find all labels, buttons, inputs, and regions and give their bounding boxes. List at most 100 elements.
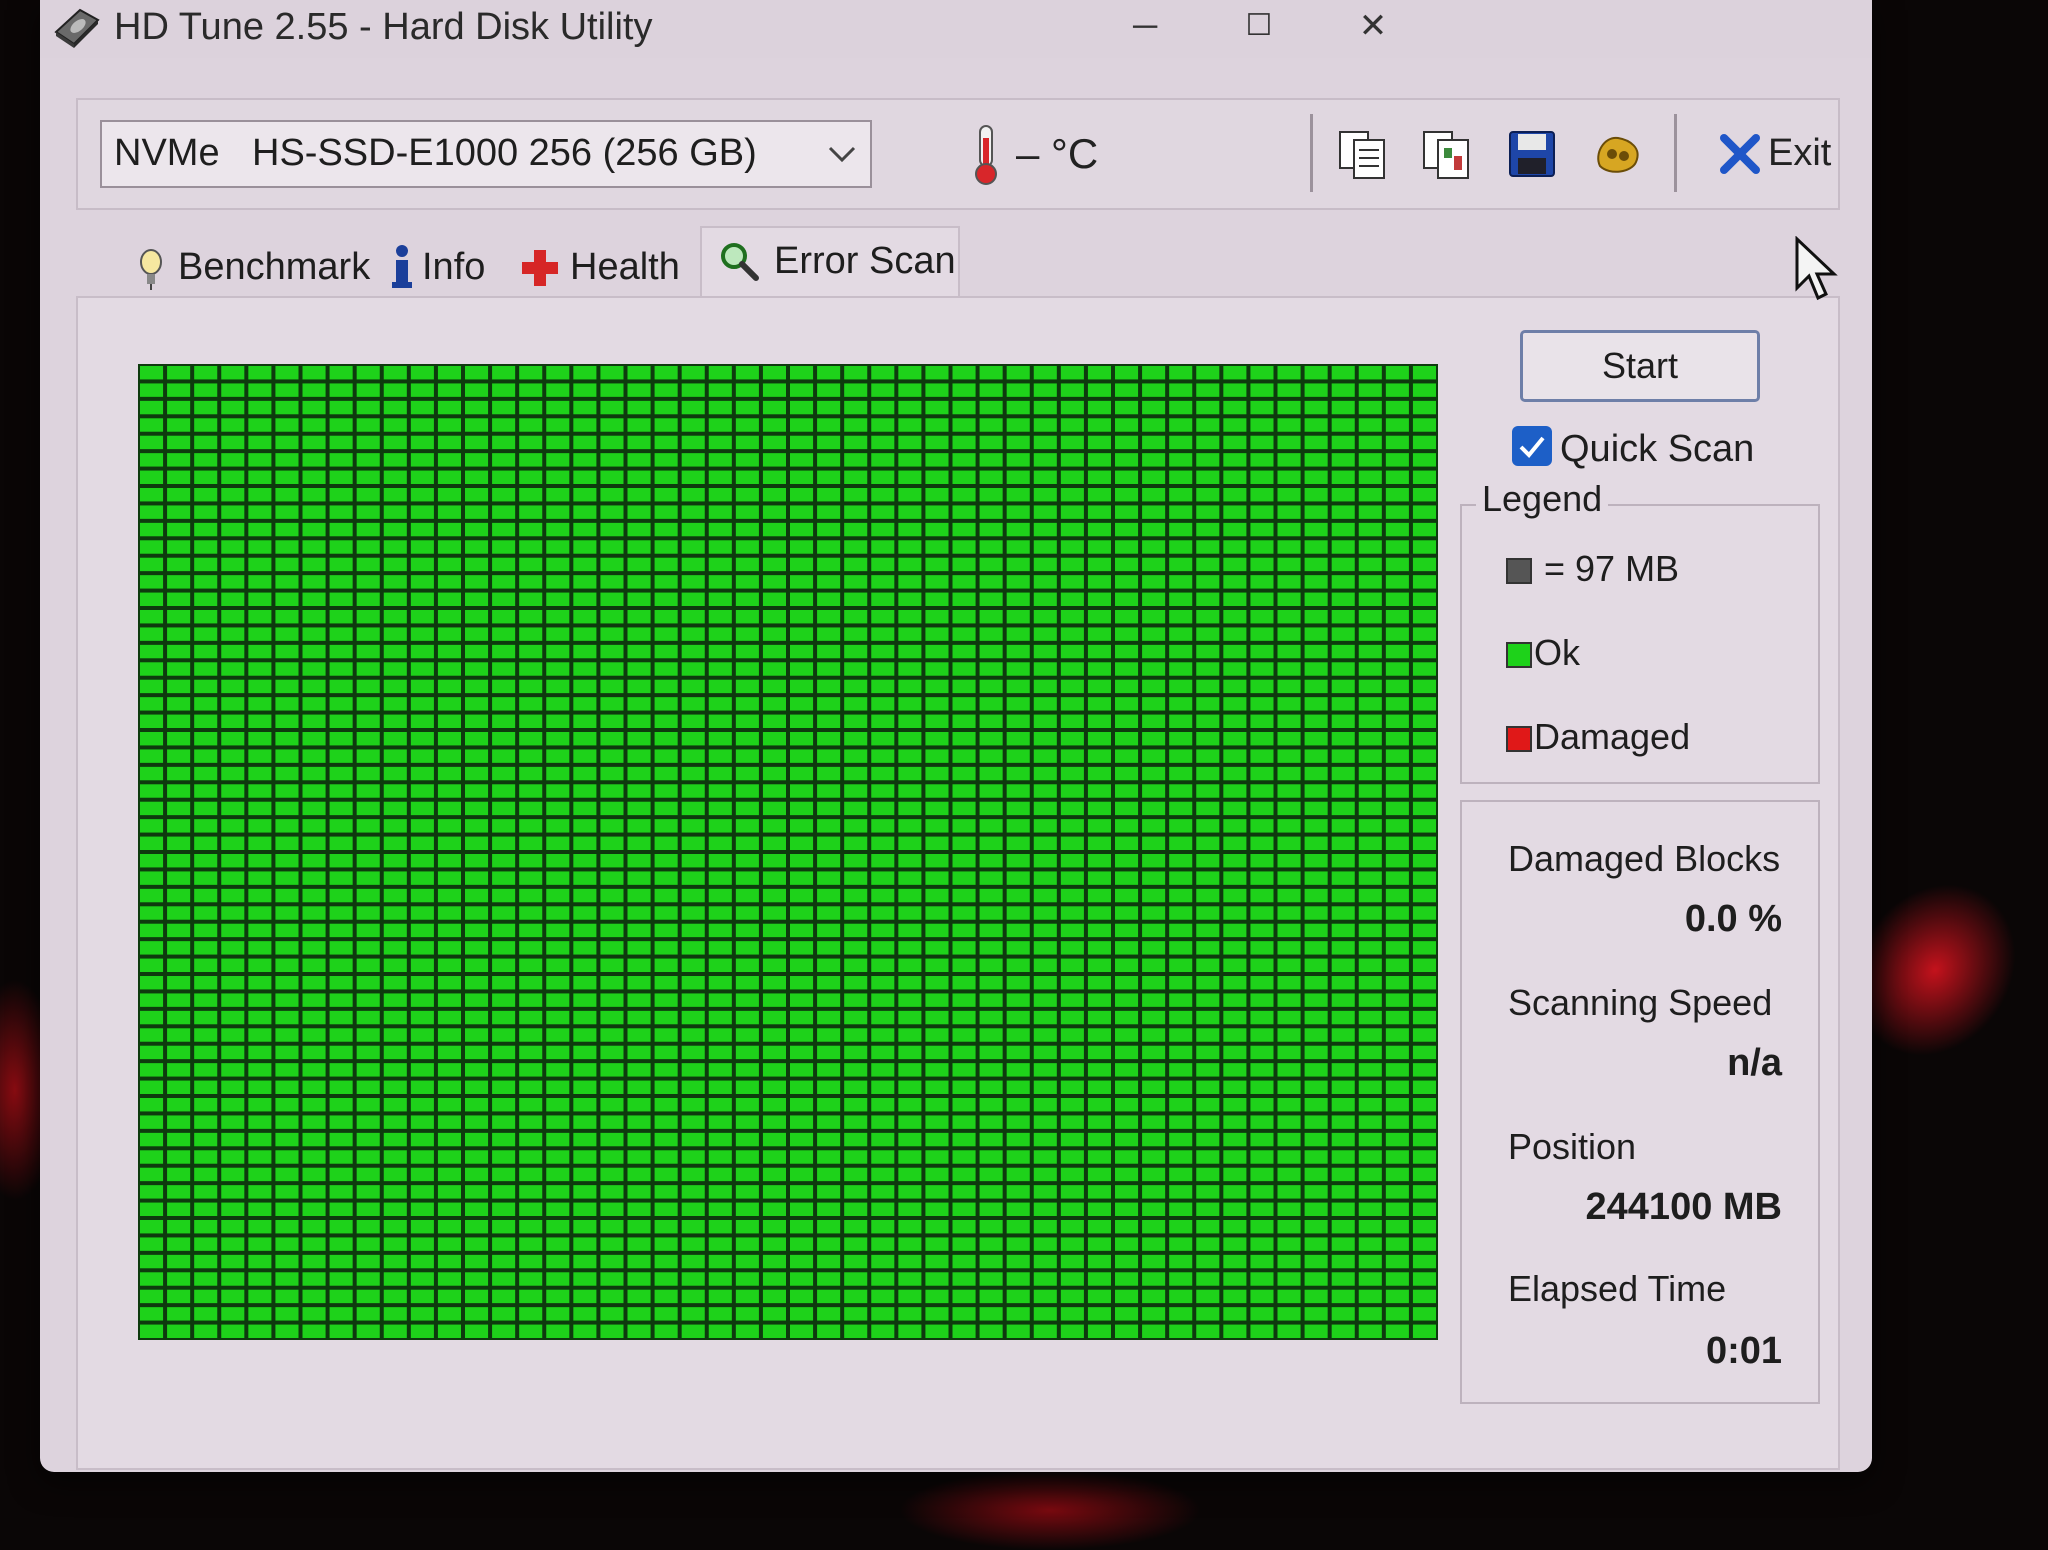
scan-block bbox=[221, 766, 245, 781]
scan-block bbox=[844, 923, 868, 938]
scan-block bbox=[1385, 732, 1409, 746]
tab-error-scan[interactable]: Error Scan bbox=[700, 226, 960, 300]
scan-block bbox=[735, 1289, 759, 1304]
scan-block bbox=[437, 592, 461, 606]
scan-block bbox=[194, 453, 218, 467]
scan-block bbox=[221, 784, 245, 798]
tab-benchmark[interactable]: Benchmark bbox=[90, 234, 380, 296]
scan-block bbox=[654, 366, 678, 380]
scan-block bbox=[437, 1045, 461, 1060]
tab-health[interactable]: Health bbox=[500, 234, 680, 296]
scan-block bbox=[1304, 557, 1328, 572]
scan-block bbox=[952, 906, 976, 920]
scan-block bbox=[1033, 714, 1057, 728]
exit-button[interactable]: Exit bbox=[1718, 124, 1838, 180]
scan-block bbox=[600, 1324, 624, 1338]
scan-block bbox=[1142, 557, 1166, 572]
scan-block bbox=[1033, 662, 1057, 676]
scan-block bbox=[1033, 627, 1057, 641]
scan-block bbox=[302, 470, 326, 484]
scan-block bbox=[437, 749, 461, 763]
scan-block bbox=[708, 1063, 732, 1077]
scan-block bbox=[817, 610, 841, 624]
scan-block bbox=[1087, 1185, 1111, 1199]
scan-block bbox=[1385, 1132, 1409, 1147]
scan-block bbox=[1006, 1080, 1030, 1094]
scan-block bbox=[1223, 592, 1247, 606]
scan-block bbox=[1358, 993, 1382, 1007]
scan-block bbox=[194, 575, 218, 589]
scan-block bbox=[1033, 819, 1057, 833]
maximize-button[interactable]: ☐ bbox=[1224, 4, 1294, 48]
options-icon[interactable] bbox=[1590, 126, 1646, 182]
scan-block bbox=[546, 749, 570, 763]
scan-block bbox=[1115, 1080, 1139, 1094]
scan-block bbox=[546, 801, 570, 816]
scan-block bbox=[221, 610, 245, 624]
scan-block bbox=[735, 470, 759, 484]
scan-block bbox=[1250, 976, 1274, 990]
scan-block bbox=[356, 1115, 380, 1129]
scan-block bbox=[519, 1324, 543, 1338]
quick-scan-checkbox[interactable] bbox=[1512, 426, 1552, 466]
scan-block bbox=[437, 871, 461, 885]
scan-block bbox=[167, 854, 191, 868]
scan-block bbox=[573, 976, 597, 990]
drive-select[interactable]: NVMe HS-SSD-E1000 256 (256 GB) bbox=[100, 120, 872, 188]
scan-block bbox=[140, 1167, 164, 1182]
start-button[interactable]: Start bbox=[1520, 330, 1760, 402]
tab-info[interactable]: Info bbox=[380, 234, 500, 296]
scan-block bbox=[1277, 1045, 1301, 1060]
scan-block bbox=[329, 644, 353, 659]
scan-block bbox=[871, 1202, 895, 1216]
scan-block bbox=[546, 1254, 570, 1269]
scan-block bbox=[1115, 557, 1139, 572]
scan-block bbox=[1033, 1167, 1057, 1182]
scan-block bbox=[817, 1132, 841, 1147]
scan-block bbox=[221, 1132, 245, 1147]
scan-block bbox=[600, 1237, 624, 1251]
scan-block bbox=[1331, 366, 1355, 380]
scan-block bbox=[871, 1150, 895, 1164]
scan-block bbox=[546, 1028, 570, 1042]
scan-block bbox=[1196, 644, 1220, 659]
scan-block bbox=[519, 488, 543, 502]
scan-block bbox=[1196, 662, 1220, 676]
save-icon[interactable] bbox=[1504, 126, 1560, 182]
scan-block bbox=[1385, 1115, 1409, 1129]
scan-block bbox=[383, 941, 407, 955]
scan-block bbox=[600, 383, 624, 397]
title-bar[interactable]: HD Tune 2.55 - Hard Disk Utility ─ ☐ ✕ bbox=[40, 0, 1872, 58]
scan-block bbox=[356, 714, 380, 728]
scan-block bbox=[708, 1115, 732, 1129]
scan-block bbox=[979, 871, 1003, 885]
scan-block bbox=[302, 1307, 326, 1321]
scan-block bbox=[1060, 1045, 1084, 1060]
scan-block bbox=[275, 1063, 299, 1077]
scan-block bbox=[573, 627, 597, 641]
scan-block bbox=[1169, 1132, 1193, 1147]
scan-block bbox=[790, 1167, 814, 1182]
copy-info-icon[interactable] bbox=[1418, 126, 1474, 182]
scan-block bbox=[1033, 383, 1057, 397]
close-button[interactable]: ✕ bbox=[1338, 4, 1408, 48]
scan-block bbox=[627, 801, 651, 816]
scan-block bbox=[546, 366, 570, 380]
scan-block bbox=[302, 732, 326, 746]
scan-block bbox=[1060, 400, 1084, 415]
scan-block bbox=[437, 505, 461, 519]
scan-block bbox=[1304, 1010, 1328, 1025]
scan-block bbox=[573, 557, 597, 572]
scan-block bbox=[1006, 435, 1030, 450]
minimize-button[interactable]: ─ bbox=[1110, 4, 1180, 48]
scan-block bbox=[844, 993, 868, 1007]
scan-block bbox=[627, 784, 651, 798]
scan-block bbox=[1033, 958, 1057, 972]
scan-block bbox=[817, 732, 841, 746]
scan-block bbox=[1006, 488, 1030, 502]
benchmark-icon bbox=[140, 249, 162, 290]
scan-block bbox=[1277, 366, 1301, 380]
scan-block bbox=[762, 1237, 786, 1251]
copy-text-icon[interactable] bbox=[1334, 126, 1390, 182]
scan-block bbox=[627, 697, 651, 711]
